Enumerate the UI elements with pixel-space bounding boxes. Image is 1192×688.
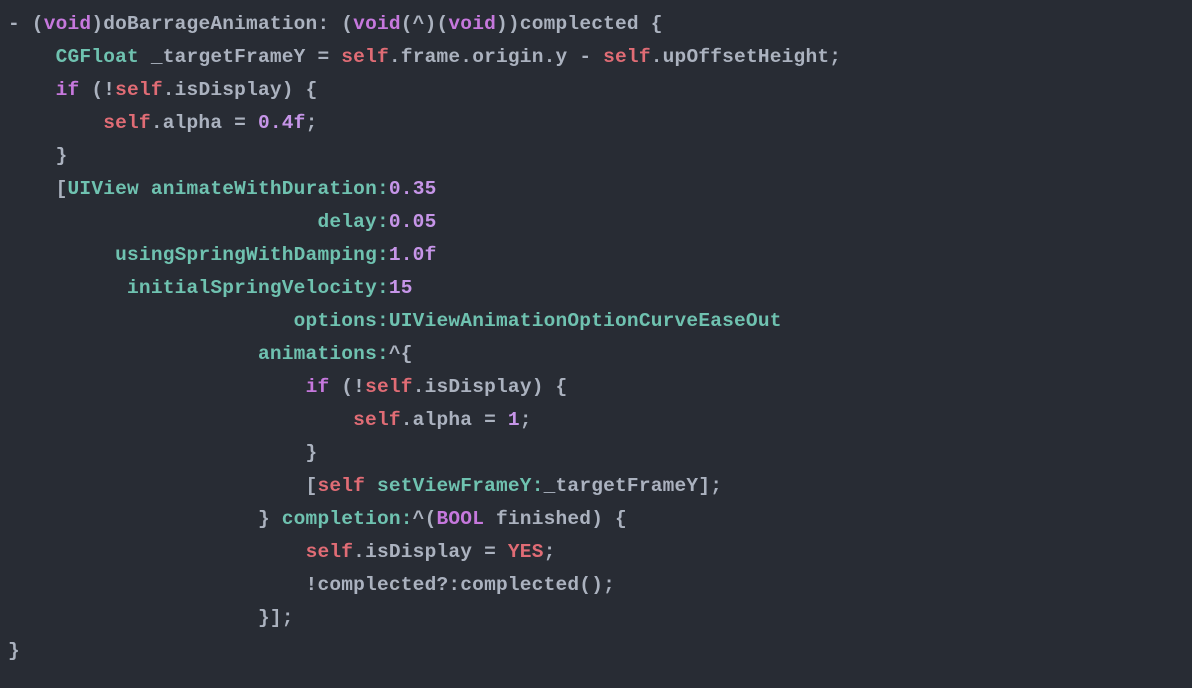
code-token: .upOffsetHeight; xyxy=(651,46,841,68)
code-token: .alpha = xyxy=(401,409,508,431)
code-token: 0.35 xyxy=(389,178,437,200)
code-token: ; xyxy=(306,112,318,134)
code-token: if xyxy=(56,79,80,101)
code-token: (! xyxy=(329,376,365,398)
code-line: if (!self.isDisplay) { xyxy=(8,376,567,398)
code-line: } completion:^(BOOL finished) { xyxy=(8,508,627,530)
code-token xyxy=(8,46,56,68)
code-token xyxy=(8,343,258,365)
code-token: ))complected { xyxy=(496,13,663,35)
code-token: .isDisplay = xyxy=(353,541,508,563)
code-token: if xyxy=(306,376,330,398)
code-token: ; xyxy=(520,409,532,431)
code-line: [UIView animateWithDuration:0.35 xyxy=(8,178,437,200)
code-token: self xyxy=(365,376,413,398)
code-line: options:UIViewAnimationOptionCurveEaseOu… xyxy=(8,310,782,332)
code-token xyxy=(8,541,306,563)
code-token: usingSpringWithDamping: xyxy=(115,244,389,266)
code-line: } xyxy=(8,145,68,167)
code-token xyxy=(139,178,151,200)
code-token: 0.4f xyxy=(258,112,306,134)
code-token xyxy=(8,310,294,332)
code-token: CGFloat xyxy=(56,46,139,68)
code-token: (! xyxy=(79,79,115,101)
code-line: !complected?:complected(); xyxy=(8,574,615,596)
code-token xyxy=(365,475,377,497)
code-token: } xyxy=(8,442,317,464)
code-line: initialSpringVelocity:15 xyxy=(8,277,413,299)
code-token: completion: xyxy=(282,508,413,530)
code-token: ; xyxy=(544,541,556,563)
code-block: - (void)doBarrageAnimation: (void(^)(voi… xyxy=(0,0,1192,676)
code-token: void xyxy=(353,13,401,35)
code-line: delay:0.05 xyxy=(8,211,436,233)
code-line: }]; xyxy=(8,607,294,629)
code-token: _targetFrameY = xyxy=(139,46,341,68)
code-token xyxy=(8,79,56,101)
code-token: void xyxy=(448,13,496,35)
code-token xyxy=(8,409,353,431)
code-token: self xyxy=(341,46,389,68)
code-token: delay: xyxy=(317,211,388,233)
code-line: CGFloat _targetFrameY = self.frame.origi… xyxy=(8,46,841,68)
code-token: BOOL xyxy=(436,508,484,530)
code-token: } xyxy=(8,145,68,167)
code-token: }]; xyxy=(8,607,294,629)
code-token xyxy=(8,244,115,266)
code-token xyxy=(8,277,127,299)
code-line: [self setViewFrameY:_targetFrameY]; xyxy=(8,475,722,497)
code-token: - ( xyxy=(8,13,44,35)
code-token: self xyxy=(103,112,151,134)
code-token: self xyxy=(317,475,365,497)
code-token: _targetFrameY]; xyxy=(544,475,723,497)
code-token: !complected?:complected(); xyxy=(8,574,615,596)
code-token: .isDisplay) { xyxy=(163,79,318,101)
code-token xyxy=(8,112,103,134)
code-token: .frame.origin.y - xyxy=(389,46,603,68)
code-token: )doBarrageAnimation: ( xyxy=(91,13,353,35)
code-token: self xyxy=(115,79,163,101)
code-token: animateWithDuration: xyxy=(151,178,389,200)
code-token: [ xyxy=(8,178,68,200)
code-token: 1.0f xyxy=(389,244,437,266)
code-token: animations: xyxy=(258,343,389,365)
code-token: 0.05 xyxy=(389,211,437,233)
code-token: initialSpringVelocity: xyxy=(127,277,389,299)
code-token: ^( xyxy=(413,508,437,530)
code-line: self.alpha = 1; xyxy=(8,409,532,431)
code-token: } xyxy=(8,640,20,662)
code-token: setViewFrameY: xyxy=(377,475,544,497)
code-line: self.alpha = 0.4f; xyxy=(8,112,317,134)
code-token: UIView xyxy=(68,178,139,200)
code-line: } xyxy=(8,640,20,662)
code-token: } xyxy=(8,508,282,530)
code-token: self xyxy=(603,46,651,68)
code-token: [ xyxy=(8,475,317,497)
code-token: void xyxy=(44,13,92,35)
code-token: ^{ xyxy=(389,343,413,365)
code-line: usingSpringWithDamping:1.0f xyxy=(8,244,436,266)
code-token xyxy=(8,376,306,398)
code-token: self xyxy=(353,409,401,431)
code-line: } xyxy=(8,442,317,464)
code-token: YES xyxy=(508,541,544,563)
code-token: UIViewAnimationOptionCurveEaseOut xyxy=(389,310,782,332)
code-token: options: xyxy=(294,310,389,332)
code-token xyxy=(8,211,317,233)
code-line: - (void)doBarrageAnimation: (void(^)(voi… xyxy=(8,13,663,35)
code-line: self.isDisplay = YES; xyxy=(8,541,556,563)
code-token: 1 xyxy=(508,409,520,431)
code-token: self xyxy=(306,541,354,563)
code-token: .alpha = xyxy=(151,112,258,134)
code-token: 15 xyxy=(389,277,413,299)
code-line: animations:^{ xyxy=(8,343,413,365)
code-token: finished) { xyxy=(484,508,627,530)
code-token: (^)( xyxy=(401,13,449,35)
code-token: .isDisplay) { xyxy=(413,376,568,398)
code-line: if (!self.isDisplay) { xyxy=(8,79,317,101)
